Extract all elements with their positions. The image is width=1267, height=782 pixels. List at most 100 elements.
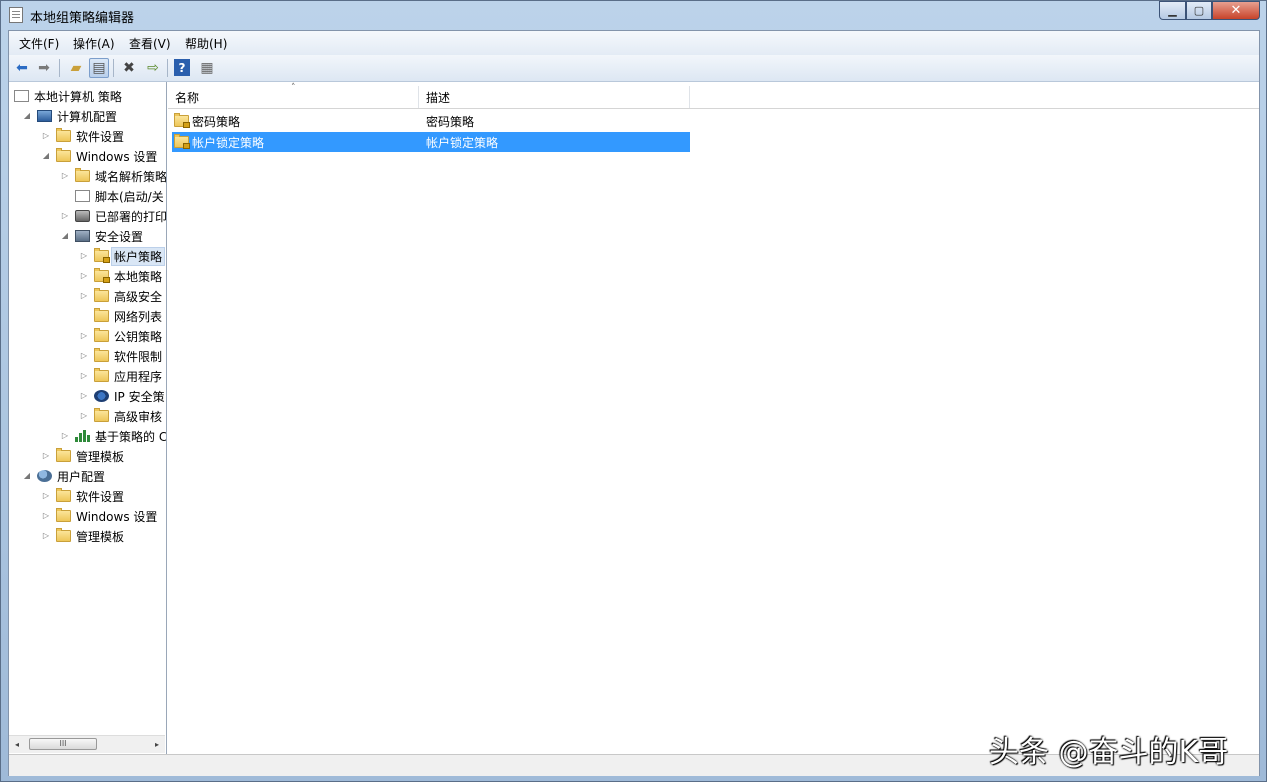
tree-item[interactable]: ◢ 安全设置 <box>61 226 143 246</box>
expand-arrow-icon[interactable]: ▷ <box>42 492 50 500</box>
printer-icon <box>75 210 90 222</box>
tree-item[interactable]: ▷ 域名解析策略 <box>61 166 167 186</box>
tree-item[interactable]: ◢ Windows 设置 <box>42 146 157 166</box>
maximize-button[interactable]: ▢ <box>1186 1 1212 20</box>
minimize-button[interactable]: ▁ <box>1159 1 1186 20</box>
tree-item[interactable]: ▷ 高级审核 <box>80 406 162 426</box>
expand-arrow-icon[interactable]: ▷ <box>80 272 88 280</box>
tree-item[interactable]: ▷ 高级安全 <box>80 286 162 306</box>
tree-item-label: 已部署的打印 <box>95 209 167 224</box>
list-item-name: 密码策略 <box>192 114 241 129</box>
expand-arrow-icon[interactable]: ▷ <box>80 372 88 380</box>
tree-item-label: 网络列表 <box>114 309 163 324</box>
tree-item[interactable]: ▷ 本地策略 <box>80 266 162 286</box>
menu-help[interactable]: 帮助(H) <box>185 35 227 52</box>
collapse-arrow-icon[interactable]: ◢ <box>61 232 69 240</box>
list-item-description: 密码策略 <box>426 114 475 129</box>
collapse-arrow-icon[interactable]: ◢ <box>42 152 50 160</box>
list-item[interactable]: 帐户锁定策略 帐户锁定策略 <box>172 132 690 152</box>
tree-item[interactable]: ▷ 已部署的打印 <box>61 206 167 226</box>
collapse-arrow-icon[interactable]: ◢ <box>23 112 31 120</box>
no-expander <box>80 312 88 320</box>
properties-icon[interactable]: ▦ <box>197 58 217 78</box>
tree-item-label: 管理模板 <box>76 449 125 464</box>
help-icon[interactable]: ? <box>174 59 190 76</box>
collapse-arrow-icon[interactable]: ◢ <box>23 472 31 480</box>
list-item[interactable]: 密码策略 密码策略 <box>172 111 690 131</box>
tree-item[interactable]: ▷ 公钥策略 <box>80 326 162 346</box>
tree-item-label: 软件设置 <box>76 489 125 504</box>
delete-icon[interactable]: ✖ <box>119 58 139 78</box>
security-icon <box>75 230 90 242</box>
watermark-text: 头条 @奋斗的K哥 <box>989 735 1229 770</box>
column-header-description[interactable]: 描述 <box>419 86 690 108</box>
tree-item[interactable]: ▷ 应用程序 <box>80 366 162 386</box>
tree-item-label: 应用程序 <box>114 369 163 384</box>
folder-icon <box>56 148 71 162</box>
expand-arrow-icon[interactable]: ▷ <box>61 212 69 220</box>
list-item-name: 帐户锁定策略 <box>192 135 265 150</box>
menu-action[interactable]: 操作(A) <box>73 35 115 52</box>
tree-horizontal-scrollbar[interactable]: ◂ III ▸ <box>9 735 165 753</box>
tree-item[interactable]: ◢ 计算机配置 <box>23 106 117 126</box>
tree-item[interactable]: ◢ 用户配置 <box>23 466 105 486</box>
navigation-tree: 本地计算机 策略 ◢ 计算机配置 ▷ 软件设置 ◢ Windows 设置 ▷ 域名解析策略 脚本(… <box>9 82 167 754</box>
scroll-right-arrow-icon[interactable]: ▸ <box>149 736 165 753</box>
tree-item[interactable]: ▷ 基于策略的 C <box>61 426 166 446</box>
back-arrow-icon[interactable]: ⬅ <box>12 58 32 78</box>
expand-arrow-icon[interactable]: ▷ <box>80 352 88 360</box>
tree-item[interactable]: ▷ 管理模板 <box>42 526 124 546</box>
expand-arrow-icon[interactable]: ▷ <box>42 512 50 520</box>
show-hide-tree-icon[interactable]: ▤ <box>89 58 109 78</box>
expand-arrow-icon[interactable]: ▷ <box>80 332 88 340</box>
tree-item-label: 域名解析策略 <box>95 169 167 184</box>
folder-lock-icon <box>174 134 190 149</box>
folder-icon <box>94 408 109 422</box>
tree-item-label: 计算机配置 <box>57 109 118 124</box>
tree-item-label: 脚本(启动/关 <box>95 189 164 204</box>
tree-item[interactable]: 网络列表 <box>80 306 162 326</box>
sort-ascending-icon: ˄ <box>291 83 296 93</box>
expand-arrow-icon[interactable]: ▷ <box>42 452 50 460</box>
tree-item-label: 本地策略 <box>114 269 163 284</box>
expand-arrow-icon[interactable]: ▷ <box>42 532 50 540</box>
tree-item-label: 公钥策略 <box>114 329 163 344</box>
tree-item[interactable]: ▷ 软件设置 <box>42 126 124 146</box>
export-icon[interactable]: ⇨ <box>143 58 163 78</box>
column-header-name[interactable]: 名称 ˄ <box>168 83 419 108</box>
tree-item[interactable]: ▷ 帐户策略 <box>80 246 166 266</box>
scroll-left-arrow-icon[interactable]: ◂ <box>9 736 25 753</box>
expand-arrow-icon[interactable]: ▷ <box>61 172 69 180</box>
expand-arrow-icon[interactable]: ▷ <box>80 292 88 300</box>
window-controls: ▁ ▢ ✕ <box>1159 1 1260 21</box>
tree-item-label: 软件限制 <box>114 349 163 364</box>
title-bar[interactable]: 本地组策略编辑器 ▁ ▢ ✕ <box>1 1 1266 30</box>
expand-arrow-icon[interactable]: ▷ <box>42 132 50 140</box>
expand-arrow-icon[interactable]: ▷ <box>61 432 69 440</box>
tree-item[interactable]: ▷ Windows 设置 <box>42 506 157 526</box>
folder-icon <box>94 288 109 302</box>
close-button[interactable]: ✕ <box>1212 1 1260 20</box>
tree-item[interactable]: ▷ 软件设置 <box>42 486 124 506</box>
list-item-description: 帐户锁定策略 <box>426 135 499 150</box>
window-title: 本地组策略编辑器 <box>30 11 135 26</box>
tree-item-label: 管理模板 <box>76 529 125 544</box>
scroll-thumb[interactable]: III <box>29 738 97 750</box>
expand-arrow-icon[interactable]: ▷ <box>80 252 88 260</box>
tree-item-label: Windows 设置 <box>76 509 158 524</box>
tree-item[interactable]: 本地计算机 策略 <box>14 86 122 106</box>
expand-arrow-icon[interactable]: ▷ <box>80 392 88 400</box>
forward-arrow-icon[interactable]: ➡ <box>34 58 54 78</box>
tree-item[interactable]: ▷ IP 安全策 <box>80 386 165 406</box>
tree-item-label: 安全设置 <box>95 229 144 244</box>
tree-item[interactable]: 脚本(启动/关 <box>61 186 164 206</box>
tree-item[interactable]: ▷ 管理模板 <box>42 446 124 466</box>
tree-item[interactable]: ▷ 软件限制 <box>80 346 162 366</box>
expand-arrow-icon[interactable]: ▷ <box>80 412 88 420</box>
menu-file[interactable]: 文件(F) <box>19 35 59 52</box>
folder-icon <box>56 528 71 542</box>
up-folder-icon[interactable]: ▰ <box>66 58 86 78</box>
users-icon <box>37 470 52 482</box>
menu-view[interactable]: 查看(V) <box>129 35 171 52</box>
folder-lock-icon <box>94 248 110 263</box>
